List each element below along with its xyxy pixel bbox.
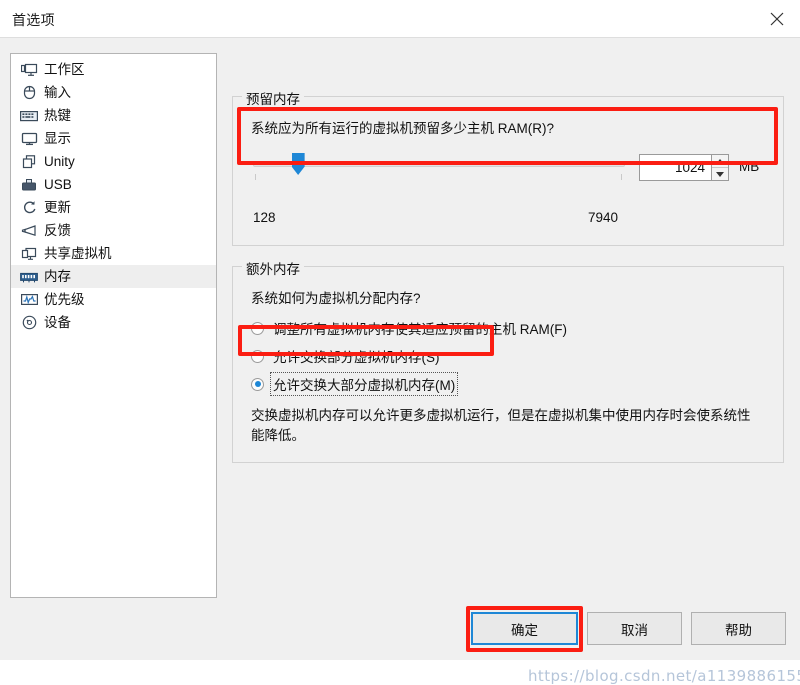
sidebar-item-label: 设备 — [44, 314, 71, 330]
close-button[interactable] — [754, 0, 800, 37]
sidebar-item-memory[interactable]: 内存 — [11, 265, 216, 288]
sidebar-item-label: 输入 — [44, 84, 71, 100]
sidebar-item-workspace[interactable]: 工作区 — [11, 58, 216, 81]
slider-tick-max — [621, 174, 622, 180]
cancel-button[interactable]: 取消 — [587, 612, 682, 645]
title-bar: 首选项 — [0, 0, 800, 38]
radio-fit-all-vm-memory[interactable]: 调整所有虚拟机内存使其适应预留的主机 RAM(F) — [251, 317, 569, 339]
radio-icon — [251, 321, 264, 335]
sidebar-item-hotkeys[interactable]: 热键 — [11, 104, 216, 127]
slider-max-label: 7940 — [588, 210, 619, 225]
dialog-client-area: 工作区 输入 热键 显示 Unity USB 更新 反馈 共享虚拟机 内存 优先… — [0, 38, 800, 685]
sidebar-item-updates[interactable]: 更新 — [11, 196, 216, 219]
spinner-buttons[interactable] — [711, 154, 729, 181]
reserved-memory-group-title: 预留内存 — [242, 88, 304, 108]
radio-icon-selected — [251, 377, 264, 391]
sidebar-item-label: 更新 — [44, 199, 71, 215]
extra-memory-group-title: 额外内存 — [242, 258, 304, 278]
shared-vm-icon — [19, 245, 39, 263]
refresh-icon — [19, 199, 39, 217]
sidebar-item-devices[interactable]: 设备 — [11, 311, 216, 334]
sidebar-item-label: 热键 — [44, 107, 71, 123]
radio-swap-some-vm-memory[interactable]: 允许交换部分虚拟机内存(S) — [251, 345, 442, 367]
help-button[interactable]: 帮助 — [691, 612, 786, 645]
sidebar-item-shared-vms[interactable]: 共享虚拟机 — [11, 242, 216, 265]
sidebar-item-label: 内存 — [44, 268, 71, 284]
close-icon — [770, 12, 784, 25]
radio-swap-most-vm-memory[interactable]: 允许交换大部分虚拟机内存(M) — [251, 372, 459, 396]
slider-min-label: 128 — [253, 210, 276, 225]
sidebar-item-label: 反馈 — [44, 222, 71, 238]
sidebar-item-unity[interactable]: Unity — [11, 150, 216, 173]
reserved-memory-group: 预留内存 系统应为所有运行的虚拟机预留多少主机 RAM(R)? 1024 MB … — [232, 88, 784, 246]
monitor-icon — [19, 61, 39, 79]
megaphone-icon — [19, 222, 39, 240]
sidebar-item-label: 共享虚拟机 — [44, 245, 112, 261]
reserved-memory-slider[interactable] — [253, 147, 633, 187]
mouse-icon — [19, 84, 39, 102]
sidebar-item-label: 优先级 — [44, 291, 85, 307]
sidebar-item-priority[interactable]: 优先级 — [11, 288, 216, 311]
slider-track[interactable] — [253, 163, 625, 167]
arrow-up-icon — [716, 158, 724, 164]
spinner-decrement-button[interactable] — [712, 168, 728, 180]
sidebar-item-feedback[interactable]: 反馈 — [11, 219, 216, 242]
settings-category-list[interactable]: 工作区 输入 热键 显示 Unity USB 更新 反馈 共享虚拟机 内存 优先… — [10, 53, 217, 598]
sidebar-item-input[interactable]: 输入 — [11, 81, 216, 104]
slider-thumb[interactable] — [291, 153, 305, 175]
radio-icon — [251, 349, 264, 363]
reserved-memory-input[interactable]: 1024 — [639, 154, 711, 181]
keyboard-icon — [19, 107, 39, 125]
sidebar-item-label: 显示 — [44, 130, 71, 146]
sidebar-item-display[interactable]: 显示 — [11, 127, 216, 150]
radio-label: 允许交换部分虚拟机内存(S) — [273, 350, 440, 365]
radio-label: 调整所有虚拟机内存使其适应预留的主机 RAM(F) — [273, 322, 567, 337]
radio-label: 允许交换大部分虚拟机内存(M) — [269, 372, 459, 396]
extra-memory-group: 额外内存 系统如何为虚拟机分配内存? 调整所有虚拟机内存使其适应预留的主机 RA… — [232, 258, 784, 463]
sidebar-item-usb[interactable]: USB — [11, 173, 216, 196]
arrow-down-icon — [716, 171, 724, 177]
sidebar-item-label: 工作区 — [44, 61, 85, 77]
display-icon — [19, 130, 39, 148]
extra-memory-question: 系统如何为虚拟机分配内存? — [251, 291, 421, 306]
ok-button[interactable]: 确定 — [471, 612, 578, 645]
sidebar-item-label: USB — [44, 176, 72, 192]
memory-icon — [19, 268, 39, 286]
reserved-memory-question: 系统应为所有运行的虚拟机预留多少主机 RAM(R)? — [251, 121, 554, 136]
window-title: 首选项 — [12, 12, 55, 28]
sidebar-item-label: Unity — [44, 153, 75, 169]
windows-icon — [19, 153, 39, 171]
device-disc-icon — [19, 314, 39, 332]
extra-memory-description: 交换虚拟机内存可以允许更多虚拟机运行，但是在虚拟机集中使用内存时会使系统性能降低… — [251, 408, 751, 443]
slider-tick-min — [255, 174, 256, 180]
reserved-memory-spinner[interactable]: 1024 — [639, 154, 729, 181]
usb-icon — [19, 176, 39, 194]
watermark-text: https://blog.csdn.net/a1139886155 — [528, 667, 800, 685]
priority-icon — [19, 291, 39, 309]
memory-unit-label: MB — [739, 159, 760, 174]
spinner-increment-button[interactable] — [712, 155, 728, 168]
